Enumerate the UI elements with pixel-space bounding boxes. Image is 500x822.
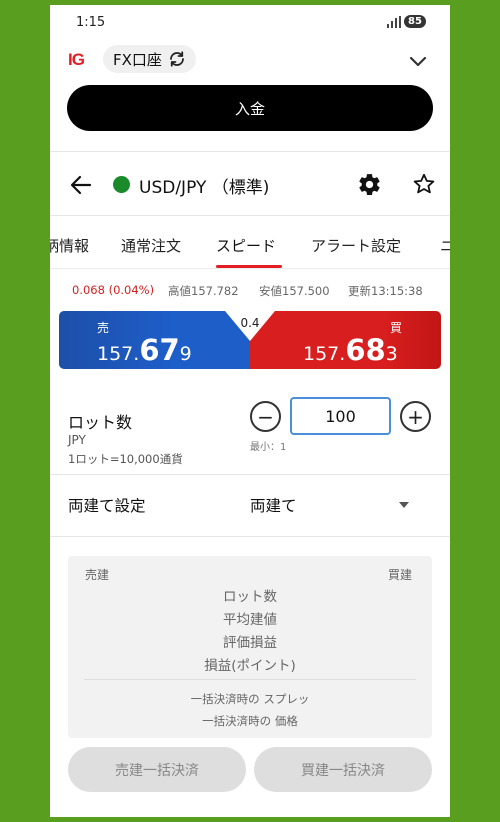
divider bbox=[50, 536, 450, 537]
price-bar: 売 157.679 買 157.683 0.4 bbox=[59, 311, 441, 369]
tab-speed[interactable]: スピード bbox=[216, 235, 276, 256]
account-label: FX口座 bbox=[113, 50, 162, 69]
lot-unit-note: 1ロット=10,000通貨 bbox=[68, 452, 183, 466]
tab-alert-settings[interactable]: アラート設定 bbox=[311, 235, 401, 256]
status-bar: 1:15 85 bbox=[50, 5, 450, 41]
account-switcher[interactable]: FX口座 bbox=[103, 45, 196, 73]
divider bbox=[50, 151, 450, 152]
lot-currency: JPY bbox=[68, 433, 86, 447]
signal-icon bbox=[387, 16, 401, 28]
back-arrow-icon[interactable] bbox=[70, 174, 92, 196]
ig-logo: IG bbox=[68, 50, 85, 69]
star-icon[interactable] bbox=[412, 172, 436, 196]
gear-icon[interactable] bbox=[357, 172, 382, 197]
summary-lot-row: ロット数 bbox=[223, 589, 277, 605]
summary-divider bbox=[84, 679, 416, 680]
tab-bar: 柄情報 通常注文 スピード アラート設定 ニ bbox=[50, 221, 450, 269]
active-tab-indicator bbox=[216, 265, 282, 268]
lot-quantity-input[interactable]: 100 bbox=[290, 397, 391, 435]
hedge-setting-label: 両建て設定 bbox=[68, 497, 146, 515]
tab-info[interactable]: 柄情報 bbox=[50, 235, 89, 256]
market-open-indicator bbox=[113, 176, 130, 193]
summary-buy-header: 買建 bbox=[388, 568, 413, 582]
sell-close-all-button[interactable]: 売建一括決済 bbox=[68, 747, 246, 792]
market-stats: 0.068 (0.04%) 高値157.782 安値157.500 更新13:1… bbox=[50, 281, 450, 301]
chevron-down-icon[interactable] bbox=[408, 51, 428, 71]
sell-price: 157.679 bbox=[97, 333, 192, 367]
instrument-name: USD/JPY （標準) bbox=[139, 178, 270, 198]
tab-normal-order[interactable]: 通常注文 bbox=[121, 235, 181, 256]
spread-value: 0.4 bbox=[240, 316, 260, 330]
summary-avg-price-row: 平均建値 bbox=[223, 612, 277, 628]
buy-price-button[interactable]: 買 157.683 bbox=[250, 311, 441, 369]
phone-screen: 1:15 85 IG FX口座 入金 USD/JPY （標準) 情報 通常注文 … bbox=[50, 5, 450, 817]
decrease-lot-button[interactable]: − bbox=[250, 401, 281, 432]
position-summary: 売建 買建 ロット数 平均建値 評価損益 損益(ポイント) 一括決済時の スプレ… bbox=[68, 556, 432, 738]
day-high: 高値157.782 bbox=[168, 284, 239, 298]
dropdown-caret-icon[interactable] bbox=[399, 502, 409, 508]
deposit-button[interactable]: 入金 bbox=[67, 85, 433, 131]
instrument-header: USD/JPY （標準) bbox=[50, 163, 450, 207]
price-change: 0.068 (0.04%) bbox=[72, 283, 155, 297]
lot-label: ロット数 bbox=[68, 413, 133, 432]
hedge-setting-select[interactable]: 両建て bbox=[250, 494, 297, 516]
sell-price-button[interactable]: 売 157.679 bbox=[59, 311, 250, 369]
app-bar: IG FX口座 bbox=[50, 41, 450, 81]
battery-icon: 85 bbox=[404, 15, 426, 28]
bulk-close-price: 一括決済時の 価格 bbox=[202, 714, 298, 728]
switch-account-icon bbox=[170, 51, 184, 67]
status-time: 1:15 bbox=[76, 15, 106, 30]
lot-min-hint: 最小：1 bbox=[250, 442, 287, 453]
buy-price: 157.683 bbox=[303, 333, 398, 367]
buy-close-all-button[interactable]: 買建一括決済 bbox=[254, 747, 432, 792]
summary-pl-points-row: 損益(ポイント) bbox=[204, 658, 296, 674]
divider bbox=[50, 474, 450, 475]
updated-time: 更新13:15:38 bbox=[348, 284, 423, 298]
day-low: 安値157.500 bbox=[259, 284, 330, 298]
divider bbox=[50, 215, 450, 216]
bulk-close-spread: 一括決済時の スプレッ bbox=[190, 692, 310, 706]
increase-lot-button[interactable]: + bbox=[400, 401, 431, 432]
summary-sell-header: 売建 bbox=[85, 568, 110, 582]
tab-news[interactable]: ニ bbox=[440, 235, 450, 256]
summary-unrealized-pl-row: 評価損益 bbox=[223, 635, 277, 651]
